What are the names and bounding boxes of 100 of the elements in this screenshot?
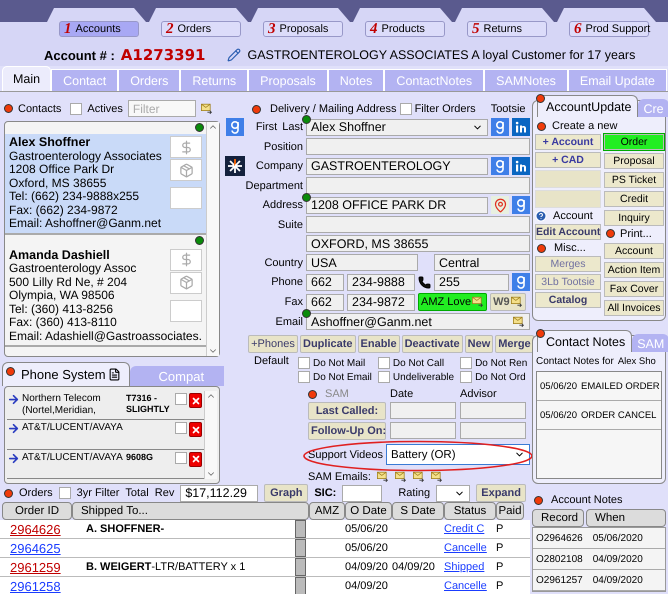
order-row[interactable]: 2964626 A. SHOFFNER- 05/06/20 Credit C P xyxy=(0,520,530,539)
flag-checkbox[interactable] xyxy=(460,371,472,383)
mail-arrow-icon[interactable] xyxy=(510,296,523,308)
scrollbar[interactable] xyxy=(206,122,219,356)
row-checkbox[interactable] xyxy=(175,422,187,434)
burst-logo-icon[interactable] xyxy=(225,156,245,176)
account-note-row[interactable]: O2802108 04/09/2020 xyxy=(533,549,665,570)
flag-checkbox[interactable] xyxy=(378,371,390,383)
flag-checkbox[interactable] xyxy=(378,357,390,369)
order-row[interactable]: 2964625 05/06/20 Cancelle P xyxy=(0,539,530,558)
order-id-link[interactable]: 2961258 xyxy=(2,578,72,594)
module-tab[interactable]: 3 Proposals xyxy=(263,21,343,37)
mail-arrow-icon[interactable] xyxy=(513,316,525,328)
support-videos-select[interactable]: Battery (OR) xyxy=(386,444,530,465)
map-pin-icon[interactable] xyxy=(491,196,509,214)
amz-button[interactable]: AMZ Love xyxy=(418,293,488,311)
city-field[interactable]: OXFORD, MS 38655 xyxy=(306,235,530,252)
follow-up-advisor-field[interactable] xyxy=(460,422,526,439)
package-icon[interactable] xyxy=(170,272,202,294)
department-field[interactable] xyxy=(306,177,530,194)
phone-system-row[interactable]: AT&T/LUCENT/AVAYA xyxy=(7,420,204,450)
module-tab[interactable]: 6 Prod Support xyxy=(569,21,649,37)
delete-button[interactable] xyxy=(189,452,202,467)
area-code-field[interactable]: 662 xyxy=(306,274,344,290)
filter-orders-checkbox[interactable] xyxy=(400,103,412,115)
order-id-link[interactable]: 2964626 xyxy=(2,522,72,536)
phone-system-row[interactable]: Northern Telecom (Nortel,Meridian, T7316 - SLIGHTLY xyxy=(7,391,204,420)
search-logo-icon[interactable] xyxy=(491,157,509,175)
last-called-button[interactable]: Last Called: xyxy=(308,402,386,420)
package-icon[interactable] xyxy=(170,159,202,181)
delete-button[interactable] xyxy=(189,393,202,408)
order-row[interactable]: 2961258 04/09/20 Cancelle P xyxy=(0,577,530,594)
position-field[interactable] xyxy=(306,138,530,155)
actives-checkbox[interactable] xyxy=(70,102,82,114)
country-field[interactable]: USA xyxy=(306,254,418,271)
graph-button[interactable]: Graph xyxy=(264,484,308,502)
search-logo-icon[interactable] xyxy=(491,118,509,136)
company-field[interactable]: GASTROENTEROLOGY xyxy=(306,158,488,174)
order-id-link[interactable]: 2961259 xyxy=(2,560,72,574)
w9-button[interactable]: W9 xyxy=(490,293,526,311)
order-id-link[interactable]: 2964625 xyxy=(2,540,72,556)
column-header[interactable]: Shipped To... xyxy=(72,502,309,520)
status-link[interactable]: Shipped xyxy=(444,561,496,573)
action-button[interactable]: Merge xyxy=(495,335,534,353)
help-icon[interactable] xyxy=(535,210,547,222)
tab[interactable]: AccountUpdate xyxy=(537,95,638,117)
column-header[interactable]: Status xyxy=(444,502,496,520)
create-type-button[interactable]: Credit xyxy=(604,191,664,207)
row-checkbox[interactable] xyxy=(175,393,187,405)
pencil-icon[interactable] xyxy=(227,48,242,62)
suite-field[interactable] xyxy=(306,216,530,233)
module-tab[interactable]: 5 Returns xyxy=(467,21,547,37)
tab[interactable]: Phone System xyxy=(2,362,130,386)
module-tab[interactable]: 1 Accounts xyxy=(59,21,139,37)
action-button[interactable]: Duplicate xyxy=(300,335,356,353)
module-tab[interactable]: 4 Products xyxy=(365,21,445,37)
last-called-date-field[interactable] xyxy=(390,402,456,419)
profile-logo-icon[interactable] xyxy=(512,157,530,175)
column-header[interactable]: Paid xyxy=(496,502,524,520)
mail-arrow-icon[interactable] xyxy=(412,471,425,483)
create-type-button[interactable]: Inquiry xyxy=(604,210,664,226)
area-code-field[interactable]: 662 xyxy=(306,294,344,310)
action-button[interactable]: +Phones xyxy=(248,335,298,353)
mail-arrow-icon[interactable] xyxy=(200,102,213,114)
status-link[interactable]: Credit C xyxy=(444,523,496,535)
phone-field[interactable]: 234-9888 xyxy=(347,274,415,290)
mail-arrow-icon[interactable] xyxy=(430,471,443,483)
column-header[interactable]: When xyxy=(586,509,666,527)
print-button[interactable]: All Invoices xyxy=(604,300,664,316)
x-icon[interactable] xyxy=(190,454,200,464)
expand-button[interactable]: Expand xyxy=(476,484,526,502)
x-icon[interactable] xyxy=(190,424,200,435)
order-row[interactable]: 2961259 B. WEIGERT-LTR/BATTERY x 1 04/09/20 04/09/20 Shipped P xyxy=(0,558,530,577)
print-button[interactable]: Action Item xyxy=(604,262,664,278)
last-called-advisor-field[interactable] xyxy=(460,402,526,419)
column-header[interactable]: AMZ xyxy=(309,502,345,520)
search-logo-icon[interactable] xyxy=(512,273,530,291)
create-type-button[interactable]: Proposal xyxy=(604,153,664,169)
tab[interactable]: Main xyxy=(2,66,52,91)
flag-checkbox[interactable] xyxy=(298,357,310,369)
region-field[interactable]: Central xyxy=(434,254,530,271)
column-header[interactable]: Order ID xyxy=(2,502,72,520)
total-revenue-field[interactable]: $17,112.29 xyxy=(180,484,258,502)
create-button[interactable]: + Account xyxy=(535,134,601,150)
flag-checkbox[interactable] xyxy=(298,371,310,383)
extension-field[interactable]: 255 xyxy=(434,274,509,290)
column-header[interactable]: Record xyxy=(532,509,584,527)
create-type-button[interactable]: Order xyxy=(604,134,664,150)
account-note-row[interactable]: O2961257 04/09/2020 xyxy=(533,570,665,591)
print-button[interactable]: Account xyxy=(604,243,664,259)
status-link[interactable]: Cancelle xyxy=(444,580,496,592)
status-link[interactable]: Cancelle xyxy=(444,542,496,554)
tab[interactable]: Contact Notes xyxy=(537,330,632,352)
row-checkbox[interactable] xyxy=(175,452,187,464)
delete-button[interactable] xyxy=(189,422,202,438)
note-row[interactable]: 05/06/20 ORDER CANCEL xyxy=(537,401,661,430)
edit-account-button[interactable]: Edit Account xyxy=(535,224,601,240)
fax-field[interactable]: 234-9872 xyxy=(347,294,415,310)
search-logo-icon[interactable] xyxy=(226,118,244,136)
phone-system-row[interactable]: AT&T/LUCENT/AVAYA 9608G xyxy=(7,450,204,479)
